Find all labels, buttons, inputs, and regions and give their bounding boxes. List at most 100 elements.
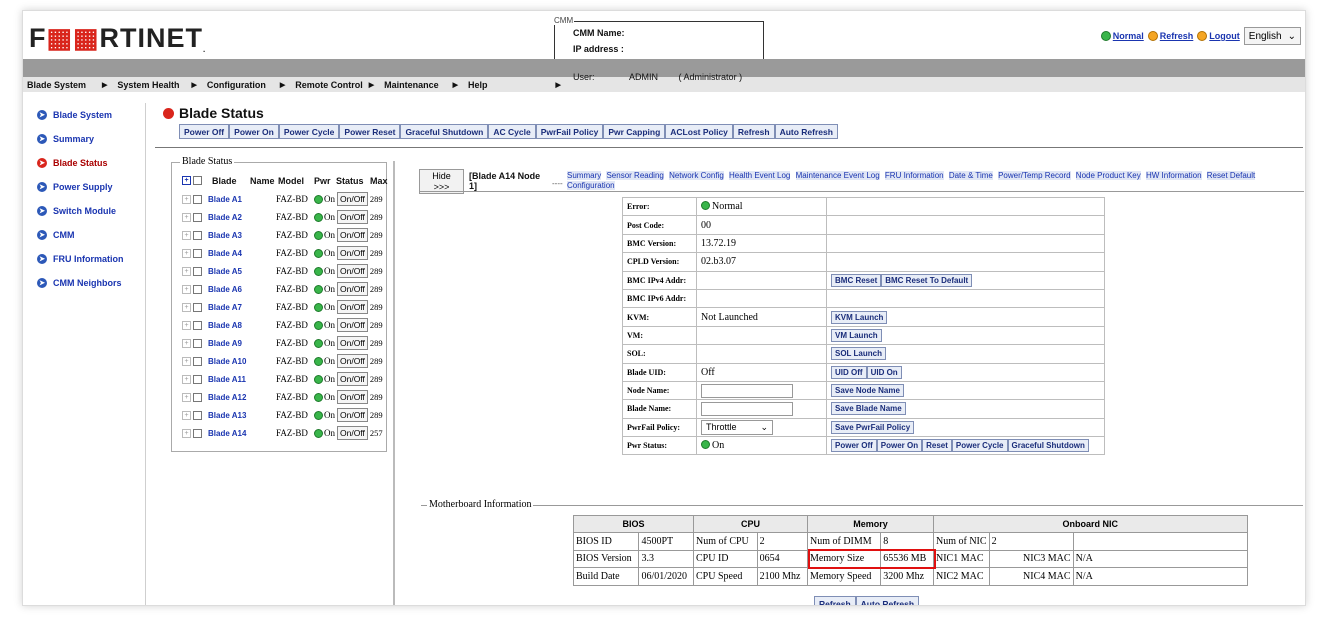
nav-blade-system[interactable]: Blade System ▶ <box>23 77 113 92</box>
on-off-button[interactable]: On/Off <box>337 354 368 368</box>
expand-icon[interactable]: + <box>182 284 191 294</box>
blade-link[interactable]: Blade A14 <box>208 429 276 438</box>
node-power-off-button[interactable]: Power Off <box>831 439 877 453</box>
on-off-button[interactable]: On/Off <box>337 318 368 332</box>
sidebar-item-switch-module[interactable]: ➤ Switch Module <box>29 199 139 223</box>
expand-icon[interactable]: + <box>182 320 191 330</box>
panel-divider[interactable] <box>393 161 395 605</box>
nav-configuration[interactable]: Configuration ▶ <box>203 77 291 92</box>
tab-health-event-log[interactable]: Health Event Log <box>729 171 791 180</box>
bottom-auto-refresh-button[interactable]: Auto Refresh <box>855 596 920 605</box>
aclost-policy-button[interactable]: ACLost Policy <box>665 124 733 139</box>
save-pwrfail-policy-button[interactable]: Save PwrFail Policy <box>831 420 915 434</box>
blade-checkbox[interactable] <box>193 212 202 222</box>
uid-on-button[interactable]: UID On <box>866 365 902 379</box>
sidebar-item-cmm[interactable]: ➤ CMM <box>29 223 139 247</box>
blade-link[interactable]: Blade A10 <box>208 357 276 366</box>
expand-icon[interactable]: + <box>182 212 191 222</box>
ac-cycle-button[interactable]: AC Cycle <box>488 124 536 139</box>
on-off-button[interactable]: On/Off <box>337 282 368 296</box>
blade-link[interactable]: Blade A1 <box>208 195 276 204</box>
blade-checkbox[interactable] <box>193 302 202 312</box>
blade-link[interactable]: Blade A5 <box>208 267 276 276</box>
bmc-reset-button[interactable]: BMC Reset <box>831 273 882 287</box>
expand-icon[interactable]: + <box>182 428 191 438</box>
node-name-input[interactable] <box>701 383 793 398</box>
blade-checkbox[interactable] <box>193 230 202 240</box>
power-off-button[interactable]: Power Off <box>179 124 230 139</box>
power-cycle-button[interactable]: Power Cycle <box>278 124 340 139</box>
on-off-button[interactable]: On/Off <box>337 264 368 278</box>
blade-checkbox[interactable] <box>193 284 202 294</box>
nav-remote-control[interactable]: Remote Control ▶ <box>291 77 380 92</box>
save-blade-name-button[interactable]: Save Blade Name <box>831 402 906 416</box>
nav-help[interactable]: Help ▶ <box>464 77 567 92</box>
auto-refresh-button[interactable]: Auto Refresh <box>774 124 838 139</box>
pwr-capping-button[interactable]: Pwr Capping <box>603 124 666 139</box>
expand-icon[interactable]: + <box>182 302 191 312</box>
blade-link[interactable]: Blade A4 <box>208 249 276 258</box>
tab-hw-information[interactable]: HW Information <box>1145 171 1202 180</box>
pwrfail-policy-select[interactable]: Throttle ⌄ <box>701 419 773 435</box>
blade-checkbox[interactable] <box>193 374 202 384</box>
expand-icon[interactable]: + <box>182 356 191 366</box>
language-select[interactable]: English ⌄ <box>1243 27 1301 45</box>
blade-checkbox[interactable] <box>193 428 202 438</box>
tab-fru-information[interactable]: FRU Information <box>884 171 944 180</box>
blade-link[interactable]: Blade A6 <box>208 285 276 294</box>
uid-off-button[interactable]: UID Off <box>831 365 867 379</box>
select-all-checkbox[interactable] <box>193 176 202 185</box>
vm-launch-button[interactable]: VM Launch <box>831 328 882 342</box>
on-off-button[interactable]: On/Off <box>337 228 368 242</box>
blade-link[interactable]: Blade A7 <box>208 303 276 312</box>
refresh-button[interactable]: Refresh <box>732 124 775 139</box>
blade-link[interactable]: Blade A9 <box>208 339 276 348</box>
blade-checkbox[interactable] <box>193 248 202 258</box>
node-graceful-shutdown-button[interactable]: Graceful Shutdown <box>1007 439 1089 453</box>
kvm-launch-button[interactable]: KVM Launch <box>831 310 888 324</box>
sidebar-item-blade-system[interactable]: ➤ Blade System <box>29 103 139 127</box>
expand-icon[interactable]: + <box>182 392 191 402</box>
expand-icon[interactable]: + <box>182 230 191 240</box>
on-off-button[interactable]: On/Off <box>337 372 368 386</box>
expand-icon[interactable]: + <box>182 194 191 204</box>
tab-maintenance-event-log[interactable]: Maintenance Event Log <box>795 171 880 180</box>
tab-summary[interactable]: Summary <box>567 171 602 180</box>
expand-icon[interactable]: + <box>182 374 191 384</box>
blade-checkbox[interactable] <box>193 410 202 420</box>
node-reset-button[interactable]: Reset <box>922 439 952 453</box>
graceful-shutdown-button[interactable]: Graceful Shutdown <box>400 124 489 139</box>
logout-link[interactable]: Logout <box>1197 31 1240 41</box>
expand-icon[interactable]: + <box>182 338 191 348</box>
node-power-cycle-button[interactable]: Power Cycle <box>951 439 1008 453</box>
tab-node-product-key[interactable]: Node Product Key <box>1075 171 1141 180</box>
bmc-reset-default-button[interactable]: BMC Reset To Default <box>881 273 973 287</box>
node-power-on-button[interactable]: Power On <box>876 439 923 453</box>
bottom-refresh-button[interactable]: Refresh <box>814 596 856 605</box>
blade-checkbox[interactable] <box>193 194 202 204</box>
refresh-link[interactable]: Refresh <box>1147 31 1193 41</box>
blade-link[interactable]: Blade A8 <box>208 321 276 330</box>
on-off-button[interactable]: On/Off <box>337 246 368 260</box>
sidebar-item-blade-status[interactable]: ➤ Blade Status <box>29 151 139 175</box>
blade-link[interactable]: Blade A13 <box>208 411 276 420</box>
blade-link[interactable]: Blade A12 <box>208 393 276 402</box>
expand-icon[interactable]: + <box>182 266 191 276</box>
tab-sensor-reading[interactable]: Sensor Reading <box>606 171 664 180</box>
sidebar-item-summary[interactable]: ➤ Summary <box>29 127 139 151</box>
sidebar-item-fru-information[interactable]: ➤ FRU Information <box>29 247 139 271</box>
on-off-button[interactable]: On/Off <box>337 210 368 224</box>
power-on-button[interactable]: Power On <box>229 124 279 139</box>
blade-link[interactable]: Blade A3 <box>208 231 276 240</box>
on-off-button[interactable]: On/Off <box>337 408 368 422</box>
on-off-button[interactable]: On/Off <box>337 336 368 350</box>
tab-power-temp-record[interactable]: Power/Temp Record <box>998 171 1071 180</box>
blade-link[interactable]: Blade A11 <box>208 375 276 384</box>
expand-all-icon[interactable]: + <box>182 176 191 185</box>
nav-maintenance[interactable]: Maintenance ▶ <box>380 77 464 92</box>
pwrfail-policy-button[interactable]: PwrFail Policy <box>535 124 604 139</box>
sol-launch-button[interactable]: SOL Launch <box>831 347 886 361</box>
normal-link[interactable]: Normal <box>1100 31 1144 41</box>
blade-checkbox[interactable] <box>193 320 202 330</box>
expand-icon[interactable]: + <box>182 410 191 420</box>
